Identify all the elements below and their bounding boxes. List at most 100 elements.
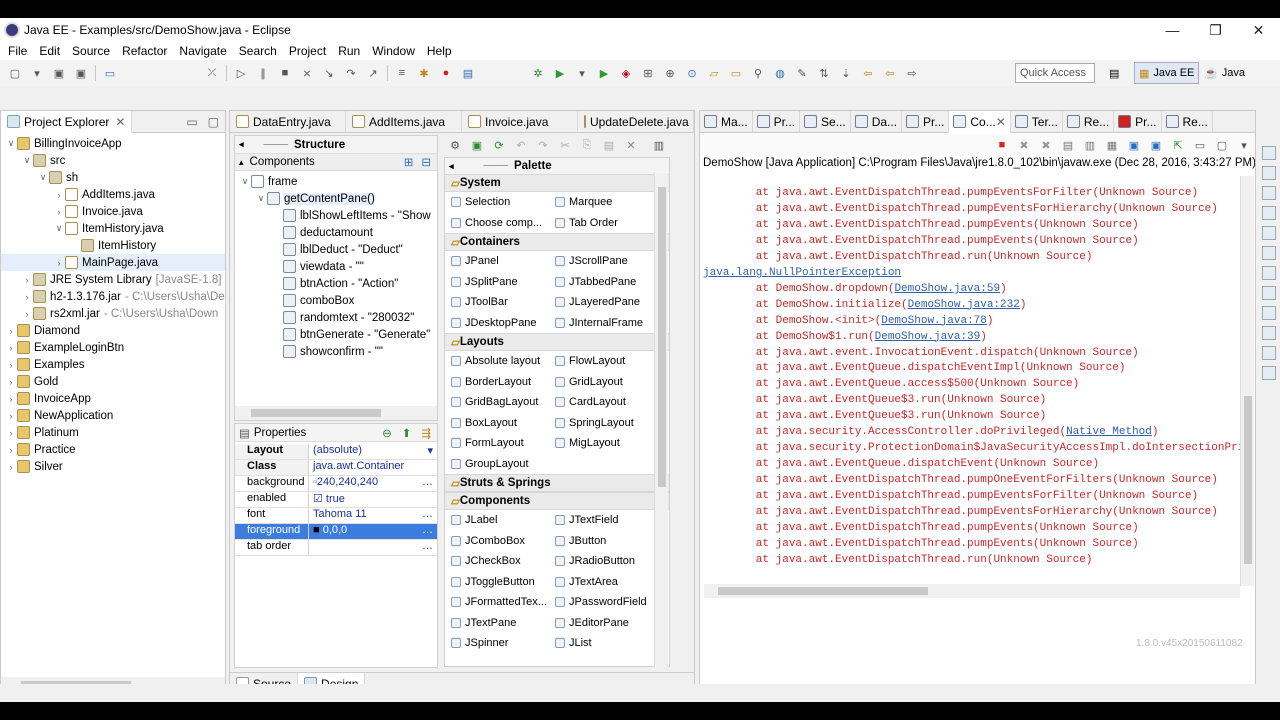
console-output[interactable]: at java.awt.EventDispatchThread.pumpEven… [703,186,1243,604]
property-value[interactable]: ☑ true [309,492,437,507]
open-task-icon[interactable]: ▭ [725,64,747,82]
redo-icon[interactable]: ↷ [532,136,554,154]
tree-item[interactable]: › Silver [1,458,225,475]
new-java-project-icon[interactable]: ⊞ [637,64,659,82]
step-into-icon[interactable]: ↘ [318,64,340,82]
bug-icon[interactable]: ● [435,64,457,82]
use-step-filters-icon[interactable]: ≡ [391,64,413,82]
annotation-icon[interactable]: ⇅ [813,64,835,82]
view-menu-icon[interactable]: ▾ [1233,136,1255,154]
palette-item[interactable]: JList [549,637,653,649]
palette-item[interactable]: BoxLayout [445,417,549,429]
tree-item[interactable]: › rs2xml.jar - C:\Users\Usha\Down [1,305,225,322]
property-value[interactable]: java.awt.Container [309,460,437,475]
palette-category[interactable]: ▱ Containers [445,233,669,251]
tree-item[interactable]: › Practice [1,441,225,458]
twistie-icon[interactable]: › [5,326,17,336]
progress-icon[interactable] [1262,306,1276,320]
show-on-error-icon[interactable]: ▣ [1145,136,1167,154]
resume-icon[interactable]: ▷ [230,64,252,82]
server-icon[interactable]: ▤ [457,64,479,82]
editor-tab[interactable]: UpdateDelete.java [578,110,694,133]
palette-item[interactable]: JTextArea [549,576,653,588]
outline-icon[interactable] [1262,166,1276,180]
save-icon[interactable]: ▣ [48,64,70,82]
structure-hscroll[interactable] [235,406,437,420]
palette-item[interactable]: MigLayout [549,437,653,449]
twistie-icon[interactable]: › [5,343,17,353]
console-trim-icon[interactable] [1262,266,1276,280]
twistie-icon[interactable]: › [5,360,17,370]
palette-item[interactable]: JRadioButton [549,555,653,567]
close-button[interactable]: ✕ [1237,18,1280,42]
minimize-button[interactable]: — [1151,18,1194,42]
new-package-icon[interactable]: ⊕ [659,64,681,82]
component-item[interactable]: showconfirm - "" [235,343,437,360]
menu-file[interactable]: File [2,44,33,58]
terminal-icon[interactable]: ▭ [99,64,121,82]
servers-icon[interactable] [1262,246,1276,260]
palette-item[interactable]: Marquee [549,196,653,208]
debug-icon[interactable]: ✲ [527,64,549,82]
maximize-view-icon[interactable]: ▢ [208,115,219,129]
menu-search[interactable]: Search [233,44,283,58]
palette-item[interactable]: JToolBar [445,296,549,308]
restore-icon[interactable] [1262,146,1276,160]
menu-help[interactable]: Help [421,44,458,58]
checkbox[interactable]: ☑ [313,493,326,505]
twistie-icon[interactable]: ∨ [21,155,33,166]
paste-icon[interactable]: ▤ [598,136,620,154]
property-row[interactable]: Layout (absolute) ▾ [235,444,437,460]
component-item[interactable]: comboBox [235,292,437,309]
new-dropdown-icon[interactable]: ▾ [26,64,48,82]
component-item[interactable]: ∨ frame [235,173,437,190]
console-view-tab[interactable]: Pr... [753,110,801,133]
twistie-icon[interactable]: › [5,445,17,455]
palette-item[interactable]: JScrollPane [549,255,653,267]
palette-item[interactable]: JTextField [549,514,653,526]
palette-item[interactable]: JPanel [445,255,549,267]
property-value[interactable]: … [309,540,437,555]
tab-project-explorer[interactable]: Project Explorer ✕ [1,110,133,133]
console-view-tab[interactable]: Co... ✕ [949,110,1011,133]
twistie-icon[interactable]: › [5,377,17,387]
palette-item[interactable]: JFormattedTex... [445,596,549,608]
palette-item[interactable]: JComboBox [445,535,549,547]
convert-local-icon[interactable]: ⇶ [421,426,431,440]
clear-console-icon[interactable]: ▤ [1057,136,1079,154]
menu-refactor[interactable]: Refactor [116,44,173,58]
property-row[interactable]: font Tahoma 11… [235,508,437,524]
palette-category[interactable]: ▱ System [445,174,669,192]
palette-category[interactable]: ▱ Components [445,492,669,510]
coverage-icon[interactable]: ▶ [593,64,615,82]
component-item[interactable]: viewdata - "" [235,258,437,275]
palette-scrollbar[interactable] [654,173,668,667]
toggle-mark-icon[interactable]: ✎ [791,64,813,82]
ellipsis-button[interactable]: … [422,508,433,520]
java-ee-perspective-button[interactable]: ▦ Java EE [1134,62,1200,84]
tree-item[interactable]: ∨ src [1,152,225,169]
property-value[interactable]: ■ 0,0,0… [309,524,437,539]
console-view-tab[interactable]: Re... [1063,110,1115,133]
new-class-icon[interactable]: ⊙ [681,64,703,82]
remove-all-icon[interactable]: ✖ [1035,136,1057,154]
copy-icon[interactable]: ⎘ [576,136,598,154]
console-vscroll[interactable] [1240,176,1254,586]
search-icon[interactable]: ⚲ [747,64,769,82]
property-value[interactable]: (absolute) ▾ [309,444,437,459]
globe-icon[interactable]: ◍ [769,64,791,82]
component-item[interactable]: randomtext - "280032" [235,309,437,326]
palette-item[interactable]: Selection [445,196,549,208]
build-icon[interactable]: ✱ [413,64,435,82]
property-row[interactable]: background ▫240,240,240… [235,476,437,492]
exception-link[interactable]: java.lang.NullPointerException [703,267,901,279]
palette-item[interactable]: JEditorPane [549,617,653,629]
close-icon[interactable]: ✕ [996,115,1006,129]
twistie-icon[interactable]: ∨ [5,138,17,149]
history-icon[interactable] [1262,286,1276,300]
component-item[interactable]: btnGenerate - "Generate" [235,326,437,343]
chevron-down-icon[interactable]: ▾ [427,444,433,457]
editor-tab[interactable]: Invoice.java [462,110,578,133]
problems-icon[interactable] [1262,366,1276,380]
component-item[interactable]: lblShowLeftItems - "Show [235,207,437,224]
